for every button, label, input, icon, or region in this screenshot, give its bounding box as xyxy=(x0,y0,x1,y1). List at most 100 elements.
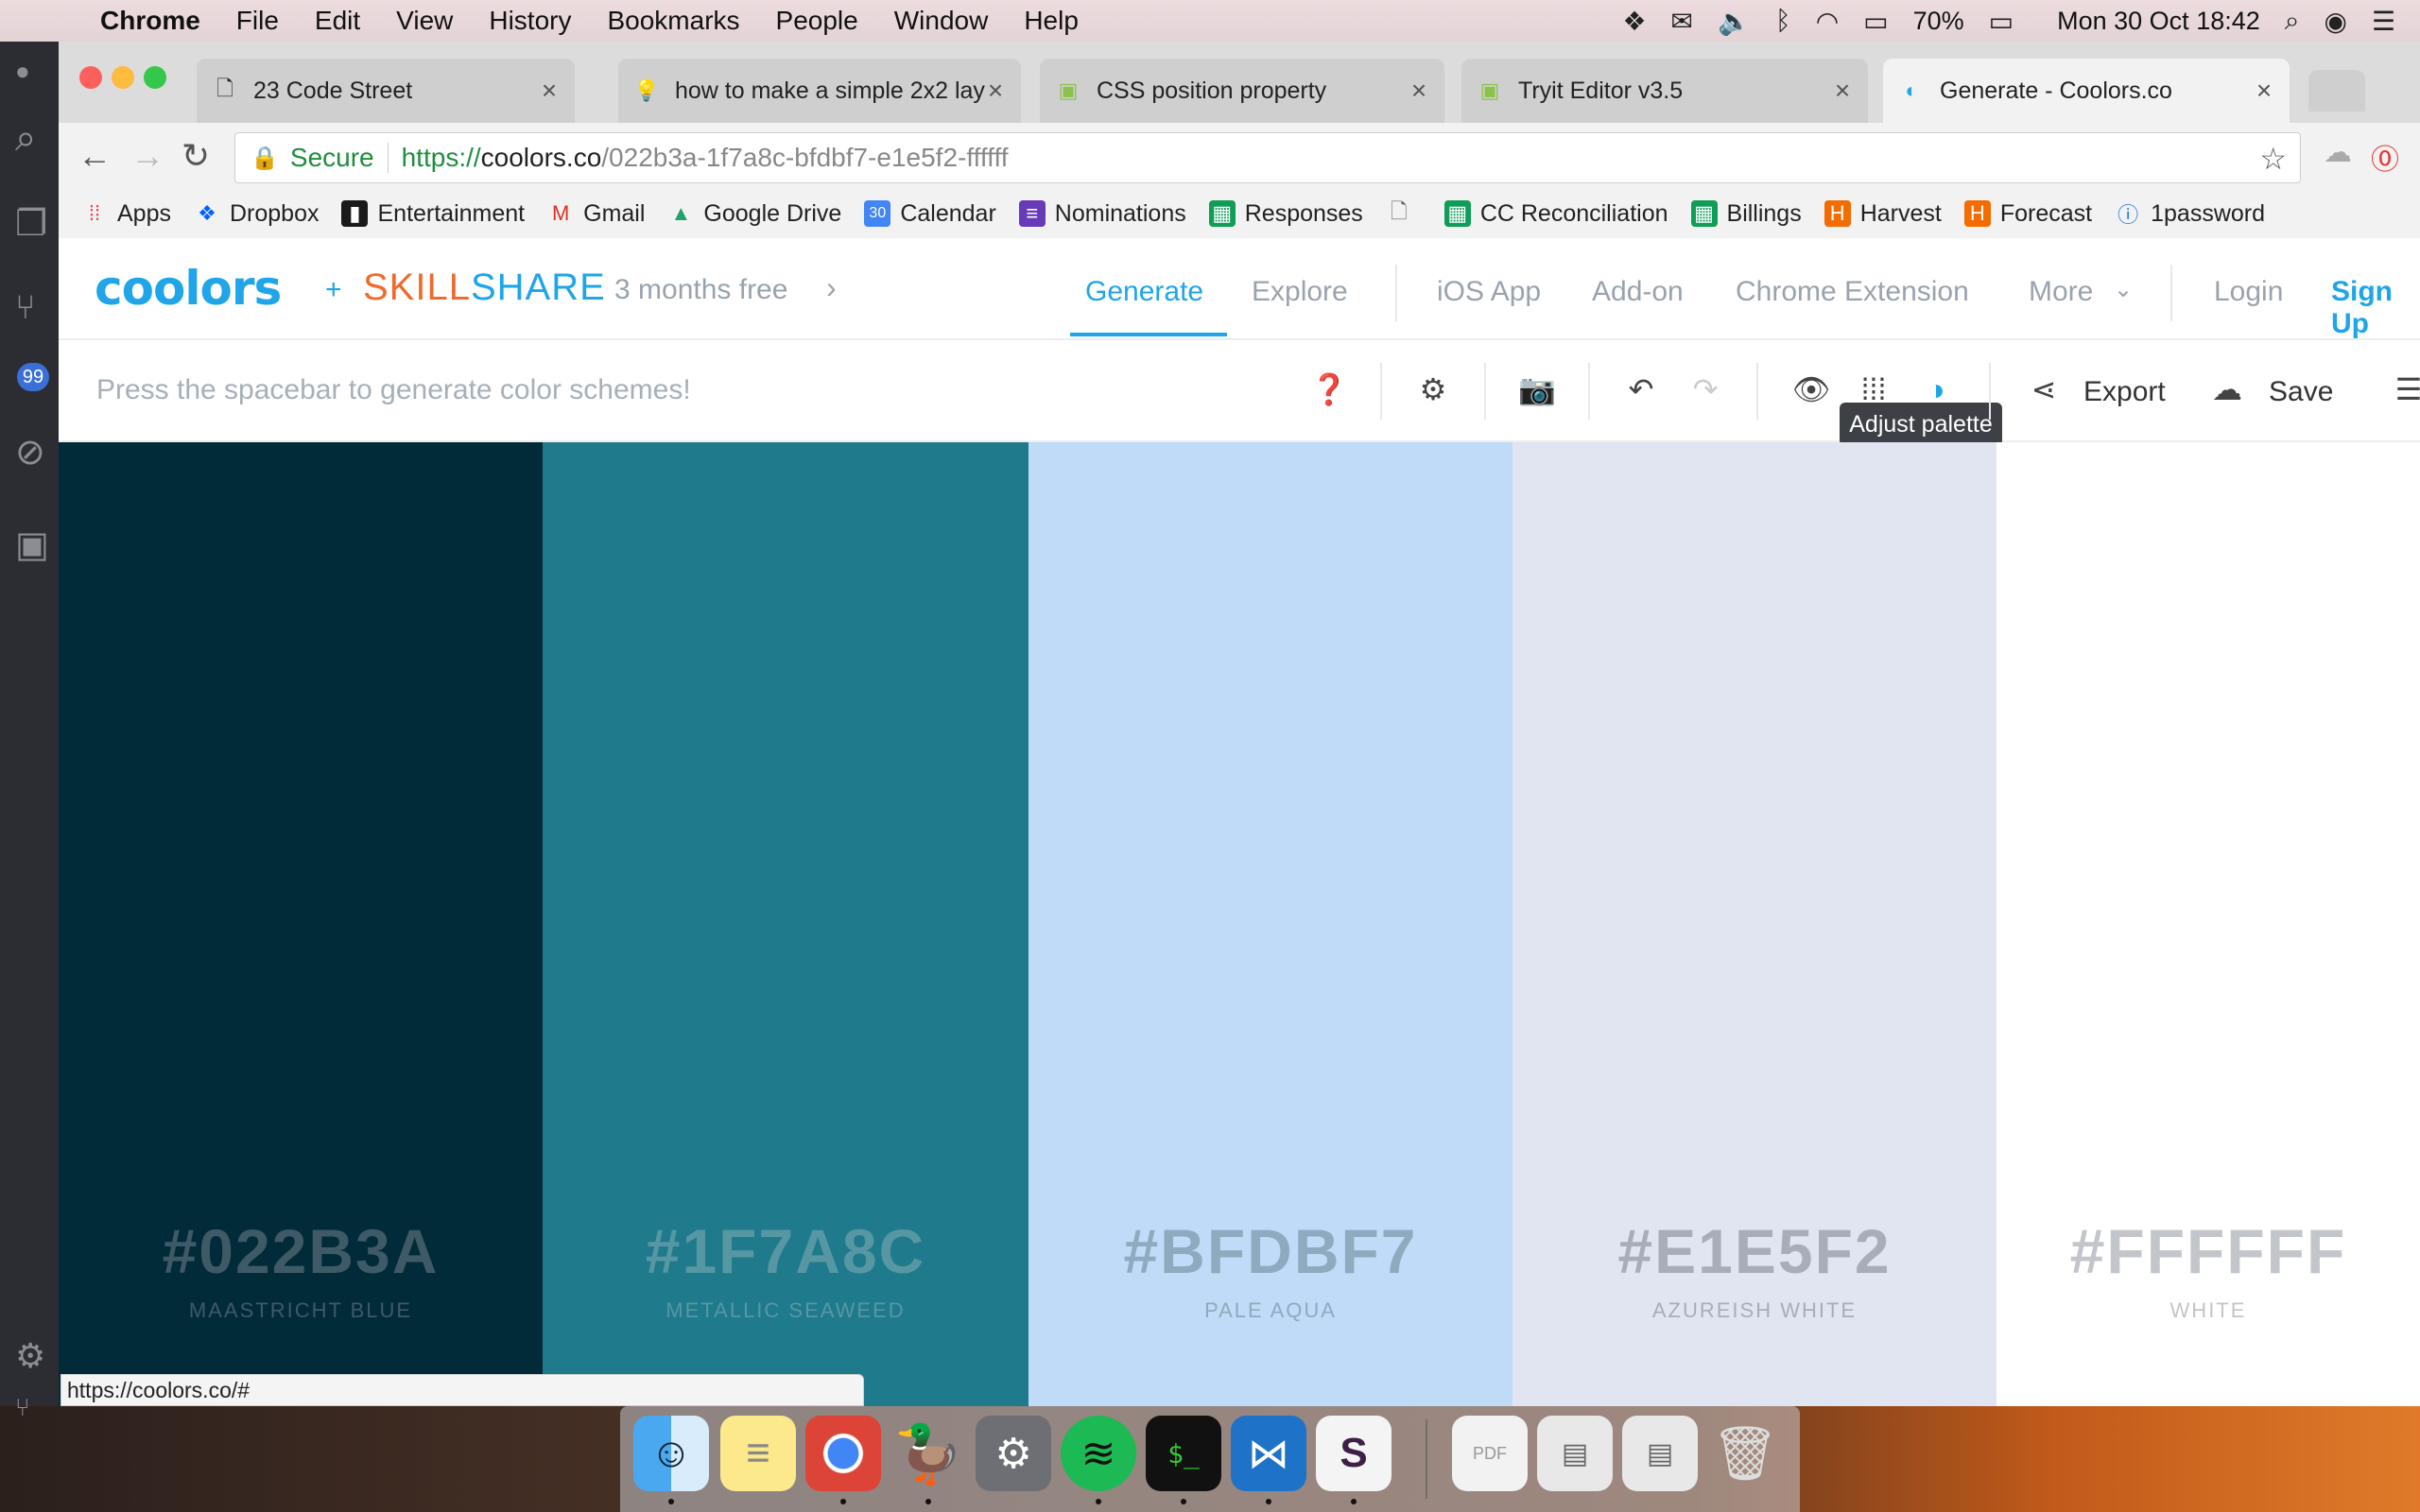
extensions-icon[interactable]: ▣ xyxy=(15,524,49,565)
menu-view[interactable]: View xyxy=(396,6,453,36)
minimize-window-button[interactable] xyxy=(112,66,134,89)
nav-ios-app[interactable]: iOS App xyxy=(1437,276,1541,308)
nav-chrome-extension[interactable]: Chrome Extension xyxy=(1736,276,1969,308)
menu-window[interactable]: Window xyxy=(894,6,989,36)
bookmark-dropbox[interactable]: ❖ Dropbox xyxy=(194,200,319,228)
swatch-hex[interactable]: #022B3A xyxy=(59,1215,543,1287)
menu-history[interactable]: History xyxy=(489,6,571,36)
bookmark-apps[interactable]: ⁞⁞ Apps xyxy=(81,200,171,228)
swatch-hex[interactable]: #E1E5F2 xyxy=(1512,1215,1996,1287)
back-icon[interactable]: ← xyxy=(78,136,112,176)
notes-icon[interactable]: ≡ xyxy=(720,1416,796,1491)
bookmark-entertainment[interactable]: ▮ Entertainment xyxy=(341,200,525,228)
nav-login[interactable]: Login xyxy=(2214,276,2283,308)
tab-tryit-editor[interactable]: ▣ Tryit Editor v3.5 × xyxy=(1461,59,1868,123)
cloud-upload-icon[interactable]: ☁ xyxy=(2208,370,2246,408)
close-tab-icon[interactable]: × xyxy=(1409,76,1429,106)
chrome-icon[interactable] xyxy=(805,1416,881,1491)
tab-coolors[interactable]: ◐ Generate - Coolors.co × xyxy=(1883,59,2290,123)
redo-icon[interactable]: ↷ xyxy=(1686,370,1724,408)
pdf-document-icon[interactable]: PDF xyxy=(1452,1416,1528,1491)
reload-icon[interactable]: ↻ xyxy=(182,136,210,176)
menu-file[interactable]: File xyxy=(236,6,279,36)
share-icon[interactable]: ⋖ xyxy=(2025,370,2063,408)
bookmark-harvest[interactable]: H Harvest xyxy=(1824,200,1942,228)
swatch-hex[interactable]: #FFFFFF xyxy=(1996,1215,2420,1287)
slack-icon[interactable]: S xyxy=(1316,1416,1392,1491)
gear-icon[interactable]: ⚙ xyxy=(15,1336,45,1375)
bookmark-billings[interactable]: ▦ Billings xyxy=(1690,200,1802,228)
forward-icon[interactable]: → xyxy=(130,136,164,176)
bookmark-google-drive[interactable]: ▲ Google Drive xyxy=(667,200,842,228)
bookmark-forecast[interactable]: H Forecast xyxy=(1963,200,2092,228)
color-swatch[interactable]: #022B3A MAASTRICHT BLUE xyxy=(59,442,543,1406)
eye-icon[interactable]: 👁 xyxy=(1792,370,1831,408)
minimized-window-icon[interactable]: ▤ xyxy=(1537,1416,1613,1491)
trash-icon[interactable]: 🗑 xyxy=(1707,1416,1783,1491)
search-icon[interactable]: ⌕ xyxy=(15,117,45,159)
terminal-icon[interactable]: $_ xyxy=(1146,1416,1221,1491)
chevron-down-icon[interactable]: ⌄ xyxy=(2114,276,2133,303)
export-button[interactable]: Export xyxy=(2083,376,2166,408)
close-tab-icon[interactable]: × xyxy=(985,76,1006,106)
color-swatch[interactable]: #BFDBF7 PALE AQUA xyxy=(1028,442,1512,1406)
dropbox-icon[interactable]: ❖ xyxy=(1622,6,1646,37)
menu-edit[interactable]: Edit xyxy=(315,6,360,36)
skillshare-logo[interactable]: SKILLSHARE xyxy=(363,266,606,309)
bookmark-cc-reconciliation[interactable]: ▦ CC Reconciliation xyxy=(1443,200,1668,228)
promo-text[interactable]: 3 months free xyxy=(614,274,787,306)
color-swatch[interactable]: #FFFFFF WHITE xyxy=(1996,442,2420,1406)
nav-add-on[interactable]: Add-on xyxy=(1592,276,1684,308)
wifi-icon[interactable]: ◠ xyxy=(1816,6,1839,37)
coolors-logo[interactable]: coolors xyxy=(95,261,282,316)
bookmark-untitled[interactable]: 🗋 xyxy=(1386,199,1422,227)
mail-icon[interactable]: ✉ xyxy=(1671,6,1693,37)
spotify-icon[interactable]: ≋ xyxy=(1061,1416,1136,1491)
close-tab-icon[interactable]: × xyxy=(2254,76,2274,106)
vscode-icon[interactable]: ⋈ xyxy=(1231,1416,1306,1491)
bookmark-calendar[interactable]: 30 Calendar xyxy=(864,200,996,228)
address-bar[interactable]: 🔒 Secure https:// coolors.co /022b3a-1f7… xyxy=(234,132,2301,183)
opera-extension-icon[interactable]: ⓪ xyxy=(2371,136,2399,178)
close-tab-icon[interactable]: × xyxy=(539,76,560,106)
settings-icon[interactable]: ⚙ xyxy=(1414,370,1452,408)
files-icon[interactable]: ❐ xyxy=(15,202,47,244)
spotlight-icon[interactable]: ⌕ xyxy=(2285,6,2300,37)
debug-icon[interactable]: ⊘ xyxy=(15,431,45,472)
color-swatch[interactable]: #1F7A8C METALLIC SEAWEED xyxy=(543,442,1028,1406)
siri-icon[interactable]: ◉ xyxy=(2324,6,2346,37)
minimized-window-icon[interactable]: ▤ xyxy=(1622,1416,1698,1491)
notification-center-icon[interactable]: ☰ xyxy=(2372,6,2395,37)
bookmark-nominations[interactable]: ≡ Nominations xyxy=(1018,200,1186,228)
camera-icon[interactable]: 📷 xyxy=(1518,370,1556,408)
tab-layout-question[interactable]: 💡 how to make a simple 2x2 layout × xyxy=(618,59,1021,123)
nav-generate[interactable]: Generate xyxy=(1085,276,1203,308)
undo-icon[interactable]: ↶ xyxy=(1622,370,1660,408)
zoom-window-button[interactable] xyxy=(144,66,166,89)
save-button[interactable]: Save xyxy=(2269,376,2333,408)
menu-chrome[interactable]: Chrome xyxy=(100,6,200,36)
cyberduck-icon[interactable]: 🦆 xyxy=(890,1416,966,1491)
menu-help[interactable]: Help xyxy=(1024,6,1079,36)
nav-more[interactable]: More xyxy=(2029,276,2093,308)
bookmark-responses[interactable]: ▦ Responses xyxy=(1208,200,1363,228)
system-preferences-icon[interactable]: ⚙ xyxy=(976,1416,1051,1491)
nav-explore[interactable]: Explore xyxy=(1252,276,1348,308)
close-window-button[interactable] xyxy=(79,66,102,89)
bookmark-gmail[interactable]: M Gmail xyxy=(547,200,645,228)
battery-icon[interactable]: ▭ xyxy=(1989,6,2014,37)
finder-icon[interactable]: ☺ xyxy=(633,1416,709,1491)
menu-icon[interactable]: ☰ xyxy=(2390,370,2420,408)
extension-icon[interactable]: ☁ xyxy=(2324,136,2352,169)
bluetooth-icon[interactable]: ᛒ xyxy=(1775,6,1791,36)
menu-bookmarks[interactable]: Bookmarks xyxy=(607,6,739,36)
help-icon[interactable]: ❓ xyxy=(1310,370,1348,408)
color-swatch[interactable]: #E1E5F2 AZUREISH WHITE xyxy=(1512,442,1996,1406)
volume-icon[interactable]: 🔈 xyxy=(1718,6,1751,37)
new-tab-button[interactable] xyxy=(2308,70,2365,112)
tab-css-position[interactable]: ▣ CSS position property × xyxy=(1040,59,1444,123)
swatch-hex[interactable]: #BFDBF7 xyxy=(1028,1215,1512,1287)
bookmark-star-icon[interactable]: ☆ xyxy=(2259,141,2287,177)
airplay-icon[interactable]: ▭ xyxy=(1863,6,1888,37)
clock[interactable]: Mon 30 Oct 18:42 xyxy=(2057,7,2260,36)
